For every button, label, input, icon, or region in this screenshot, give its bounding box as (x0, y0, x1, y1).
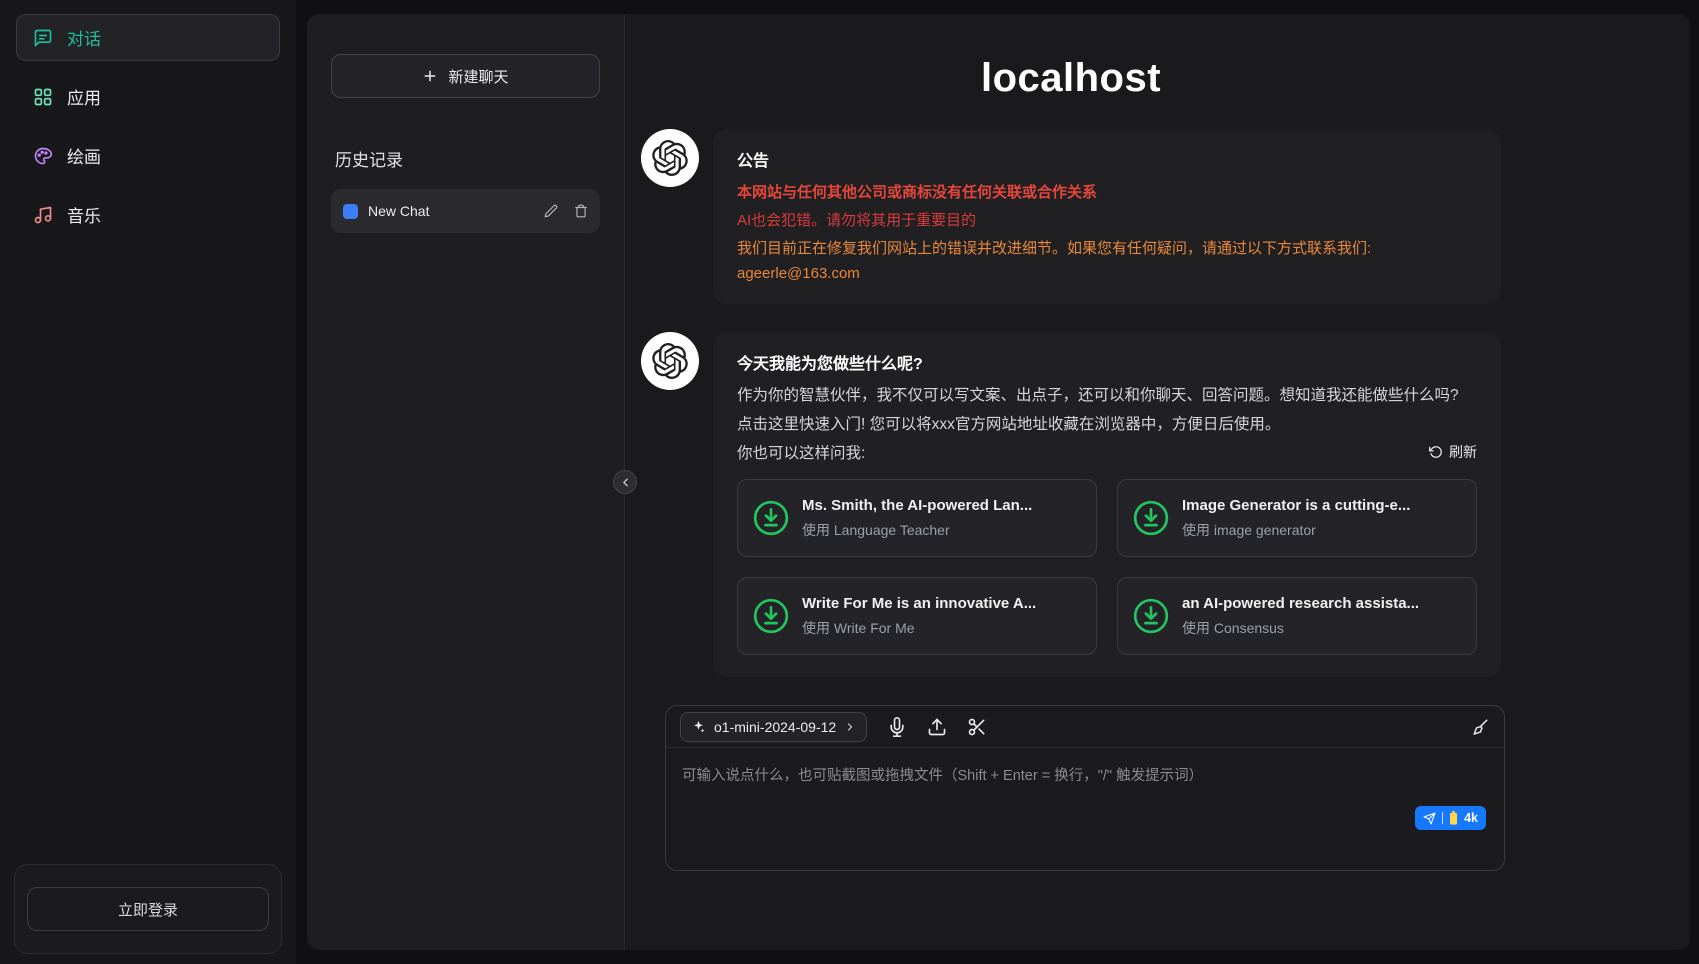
badge-divider (1442, 812, 1443, 824)
sidebar-item-label: 音乐 (67, 202, 101, 227)
composer: o1-mini-2024-09-12 (665, 705, 1505, 871)
chat-item-badge (343, 204, 358, 219)
sidebar-item-label: 对话 (67, 25, 101, 50)
upload-icon[interactable] (927, 717, 947, 737)
assistant-avatar (641, 129, 699, 187)
message-announcement: 公告 本网站与任何其他公司或商标没有任何关联或合作关系 AI也会犯错。请勿将其用… (641, 129, 1501, 304)
collapse-sidebar-button[interactable] (613, 470, 637, 494)
announcement-line-3: 我们目前正在修复我们网站上的错误并改进细节。如果您有任何疑问，请通过以下方式联系… (737, 237, 1477, 258)
scissors-icon[interactable] (967, 717, 987, 737)
sidebar-item-chat[interactable]: 对话 (16, 14, 280, 61)
page-title: localhost (641, 56, 1501, 101)
send-button[interactable]: 4k (1415, 806, 1486, 830)
history-title: 历史记录 (335, 146, 600, 171)
download-circle-icon (752, 499, 790, 537)
chat-list-panel: 新建聊天 历史记录 New Chat (307, 14, 625, 950)
clear-context-broom-icon[interactable] (1470, 717, 1490, 737)
apps-grid-icon (33, 87, 53, 107)
sidebar-item-draw[interactable]: 绘画 (16, 132, 280, 179)
suggestion-subtitle: 使用 Language Teacher (802, 520, 1032, 540)
app-window: 对话 应用 绘画 音乐 立即登录 (0, 0, 1699, 964)
new-chat-label: 新建聊天 (448, 66, 508, 87)
announcement-line-2: AI也会犯错。请勿将其用于重要目的 (737, 209, 1477, 230)
battery-icon (1449, 811, 1458, 825)
message-input[interactable]: 可输入说点什么，也可贴截图或拖拽文件（Shift + Enter = 换行，"/… (666, 748, 1504, 870)
new-chat-button[interactable]: 新建聊天 (331, 54, 600, 98)
download-circle-icon (1132, 499, 1170, 537)
download-circle-icon (752, 597, 790, 635)
chevron-left-icon (619, 476, 632, 489)
refresh-label: 刷新 (1449, 442, 1477, 462)
chat-main: localhost 公告 本网站与任何其他公司或商标没有任何关联或合作关系 AI… (625, 14, 1690, 950)
suggestion-title: Write For Me is an innovative A... (802, 595, 1036, 612)
suggestion-card[interactable]: Write For Me is an innovative A... 使用 Wr… (737, 577, 1097, 655)
suggestion-title: an AI-powered research assista... (1182, 595, 1419, 612)
suggestion-title: Ms. Smith, the AI-powered Lan... (802, 497, 1032, 514)
greeting-bubble: 今天我能为您做些什么呢? 作为你的智慧伙伴，我不仅可以写文案、出点子，还可以和你… (713, 332, 1501, 677)
suggestion-card[interactable]: Image Generator is a cutting-e... 使用 ima… (1117, 479, 1477, 557)
microphone-icon[interactable] (887, 717, 907, 737)
announcement-contact-email[interactable]: ageerle@163.com (737, 265, 1477, 282)
sidebar-item-apps[interactable]: 应用 (16, 73, 280, 120)
palette-icon (33, 146, 53, 166)
composer-toolbar: o1-mini-2024-09-12 (666, 706, 1504, 748)
edit-chat-icon[interactable] (544, 204, 558, 218)
sidebar-item-label: 应用 (67, 84, 101, 109)
greeting-ask-hint: 你也可以这样问我: (737, 441, 865, 463)
plus-icon (422, 68, 438, 84)
announcement-title: 公告 (737, 147, 1477, 171)
greeting-title: 今天我能为您做些什么呢? (737, 350, 1477, 374)
message-greeting: 今天我能为您做些什么呢? 作为你的智慧伙伴，我不仅可以写文案、出点子，还可以和你… (641, 332, 1501, 677)
content-panel: 新建聊天 历史记录 New Chat lo (307, 14, 1690, 950)
download-circle-icon (1132, 597, 1170, 635)
input-placeholder: 可输入说点什么，也可贴截图或拖拽文件（Shift + Enter = 换行，"/… (682, 768, 1203, 784)
suggestion-title: Image Generator is a cutting-e... (1182, 497, 1410, 514)
sparkle-icon (691, 719, 706, 734)
login-button[interactable]: 立即登录 (27, 887, 269, 931)
sidebar-item-label: 绘画 (67, 143, 101, 168)
chevron-right-icon (844, 721, 856, 733)
music-note-icon (33, 205, 53, 225)
model-name: o1-mini-2024-09-12 (714, 719, 836, 735)
openai-logo-icon (652, 140, 688, 176)
login-box: 立即登录 (14, 864, 282, 954)
announcement-bubble: 公告 本网站与任何其他公司或商标没有任何关联或合作关系 AI也会犯错。请勿将其用… (713, 129, 1501, 304)
chat-item-title: New Chat (368, 203, 528, 219)
suggestion-subtitle: 使用 Write For Me (802, 618, 1036, 638)
refresh-icon (1429, 445, 1443, 459)
sidebar: 对话 应用 绘画 音乐 立即登录 (0, 0, 296, 964)
paper-plane-icon (1423, 812, 1436, 825)
assistant-avatar (641, 332, 699, 390)
model-selector[interactable]: o1-mini-2024-09-12 (680, 712, 867, 742)
suggestion-subtitle: 使用 Consensus (1182, 618, 1419, 638)
openai-logo-icon (652, 343, 688, 379)
chat-bubble-icon (33, 28, 53, 48)
suggestion-subtitle: 使用 image generator (1182, 520, 1410, 540)
sidebar-item-music[interactable]: 音乐 (16, 191, 280, 238)
chat-column: localhost 公告 本网站与任何其他公司或商标没有任何关联或合作关系 AI… (641, 56, 1501, 871)
suggestion-card[interactable]: Ms. Smith, the AI-powered Lan... 使用 Lang… (737, 479, 1097, 557)
suggestion-grid: Ms. Smith, the AI-powered Lan... 使用 Lang… (737, 479, 1477, 655)
chat-history-item[interactable]: New Chat (331, 189, 600, 233)
announcement-line-1: 本网站与任何其他公司或商标没有任何关联或合作关系 (737, 181, 1477, 202)
greeting-body: 作为你的智慧伙伴，我不仅可以写文案、出点子，还可以和你聊天、回答问题。想知道我还… (737, 382, 1477, 439)
suggestion-card[interactable]: an AI-powered research assista... 使用 Con… (1117, 577, 1477, 655)
token-count: 4k (1464, 811, 1478, 825)
refresh-suggestions-button[interactable]: 刷新 (1429, 442, 1477, 462)
delete-chat-icon[interactable] (574, 204, 588, 218)
